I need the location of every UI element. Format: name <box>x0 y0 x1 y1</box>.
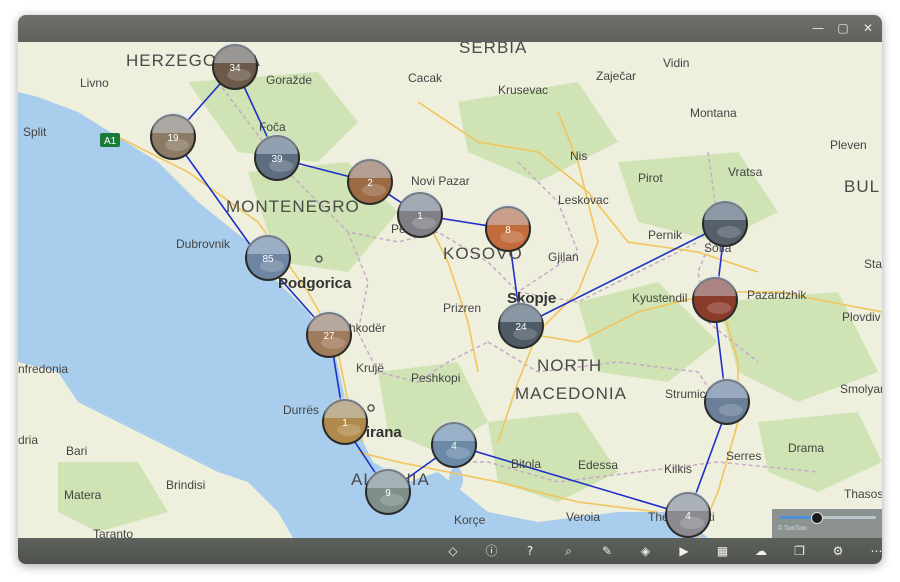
city-drama: Drama <box>788 441 824 455</box>
city-manfredonia: nfredonia <box>18 362 68 376</box>
city-taranto: Taranto <box>93 527 133 538</box>
photo-cluster-count: 27 <box>323 331 335 342</box>
app-window: — ▢ ✕ SERBIA HERZEGOVINA MONTENEGRO KOSO… <box>18 15 882 564</box>
city-pazardzhik: Pazardzhik <box>747 288 807 302</box>
layers-icon[interactable]: ◈ <box>635 541 657 561</box>
city-leskovac: Leskovac <box>558 193 609 207</box>
city-bitola: Bitola <box>511 457 541 471</box>
photo-cluster-count: 9 <box>385 488 391 499</box>
photo-cluster-count: 8 <box>505 225 511 236</box>
city-montana: Montana <box>690 106 737 120</box>
grid-icon[interactable]: ▦ <box>712 541 734 561</box>
bottom-toolbar: ◇ ⓘ? ⌕ ✎ ◈ ▶ ▦ ☁ ❐ ⚙ ⋯ <box>18 538 882 564</box>
photo-cluster-count: 85 <box>262 254 274 265</box>
help-icon[interactable]: ? <box>519 541 541 561</box>
city-pernik: Pernik <box>648 228 683 242</box>
city-korce: Korçe <box>454 513 486 527</box>
photo-cluster-count: 2 <box>367 178 373 189</box>
city-nis: Nis <box>570 149 587 163</box>
city-kilkis: Kilkis <box>664 462 692 476</box>
capital-podgorica: Podgorica <box>278 275 352 292</box>
photo-cluster-count: 24 <box>515 322 527 333</box>
photo-cluster-count: 4 <box>685 511 691 522</box>
city-edessa: Edessa <box>578 458 618 472</box>
city-cacak: Cacak <box>408 71 443 85</box>
country-label-montenegro: MONTENEGRO <box>226 197 360 216</box>
city-novipazar: Novi Pazar <box>411 174 470 188</box>
city-gjilan: Gjilan <box>548 250 579 264</box>
photo-cluster-count: 1 <box>342 418 348 429</box>
city-vratsa: Vratsa <box>728 165 763 179</box>
city-pleven: Pleven <box>830 138 867 152</box>
svg-text:A1: A1 <box>104 136 117 147</box>
info-icon[interactable]: ⓘ <box>481 541 503 561</box>
country-label-bulgaria: BUL <box>844 177 880 196</box>
search-icon[interactable]: ⌕ <box>558 541 580 561</box>
city-split: Split <box>23 125 47 139</box>
city-vidin: Vidin <box>663 56 689 70</box>
photo-cluster-count: 1 <box>417 211 423 222</box>
country-label-macedonia: MACEDONIA <box>515 384 627 403</box>
city-matera: Matera <box>64 488 102 502</box>
city-plovdiv: Plovdiv <box>842 310 881 324</box>
city-peshkopi: Peshkopi <box>411 371 460 385</box>
city-zajecar: Zaječar <box>596 69 636 83</box>
city-livno: Livno <box>80 76 109 90</box>
city-durres: Durrës <box>283 403 319 417</box>
city-pirot: Pirot <box>638 171 663 185</box>
country-label-serbia: SERBIA <box>459 42 527 57</box>
city-smolyan: Smolyan <box>840 382 882 396</box>
more-icon[interactable]: ⋯ <box>866 541 883 561</box>
diamond-icon[interactable]: ◇ <box>442 541 464 561</box>
minimize-button[interactable]: — <box>808 19 828 37</box>
city-serres: Serres <box>726 449 761 463</box>
city-krusevac: Krusevac <box>498 83 548 97</box>
city-thasos: Thasos <box>844 487 882 501</box>
cloud-icon[interactable]: ☁ <box>750 541 772 561</box>
city-sta: Sta <box>864 257 882 271</box>
zoom-slider-knob[interactable] <box>811 512 824 524</box>
city-bari: Bari <box>66 444 87 458</box>
zoom-panel: © TomTom <box>772 509 882 538</box>
city-foca: Foča <box>259 120 286 134</box>
maximize-button[interactable]: ▢ <box>833 19 853 37</box>
play-icon[interactable]: ▶ <box>673 541 695 561</box>
city-prizren: Prizren <box>443 301 481 315</box>
albums-icon[interactable]: ❐ <box>789 541 811 561</box>
city-dubrovnik: Dubrovnik <box>176 237 231 251</box>
city-kruje: Krujë <box>356 361 384 375</box>
edit-icon[interactable]: ✎ <box>596 541 618 561</box>
map-canvas[interactable]: SERBIA HERZEGOVINA MONTENEGRO KOSOVO NOR… <box>18 42 882 538</box>
zoom-slider[interactable] <box>780 512 876 524</box>
country-label-north: NORTH <box>537 356 602 375</box>
city-gorazde: Goražde <box>266 73 312 87</box>
photo-cluster-count: 19 <box>167 133 179 144</box>
city-brindisi: Brindisi <box>166 478 205 492</box>
city-veroia: Veroia <box>566 510 600 524</box>
road-shield-a1: A1 <box>100 133 120 147</box>
photo-cluster-count: 4 <box>451 441 457 452</box>
photo-cluster-count: 34 <box>229 63 241 74</box>
city-kyustendil: Kyustendil <box>632 291 687 305</box>
city-adria: dria <box>18 433 38 447</box>
photo-cluster-count: 39 <box>271 154 283 165</box>
gear-icon[interactable]: ⚙ <box>827 541 849 561</box>
close-button[interactable]: ✕ <box>858 19 878 37</box>
map-credit: © TomTom <box>778 526 807 532</box>
lake-ohrid <box>449 467 463 491</box>
title-bar: — ▢ ✕ <box>18 15 882 42</box>
